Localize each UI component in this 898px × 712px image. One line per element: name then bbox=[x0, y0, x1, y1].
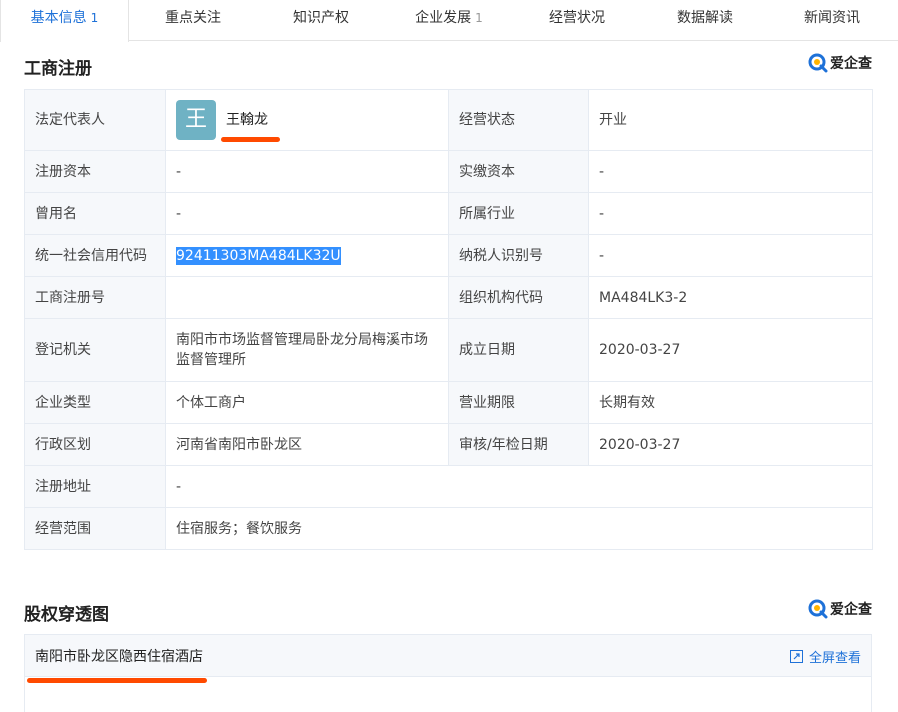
tab-development[interactable]: 企业发展 1 bbox=[385, 0, 513, 40]
former-name-value: - bbox=[165, 192, 449, 235]
table-row: 工商注册号 组织机构代码 MA484LK3-2 bbox=[24, 276, 873, 319]
table-row: 行政区划 河南省南阳市卧龙区 审核/年检日期 2020-03-27 bbox=[24, 423, 873, 466]
address-label: 注册地址 bbox=[24, 465, 166, 508]
table-row: 登记机关 南阳市市场监督管理局卧龙分局梅溪市场监督管理所 成立日期 2020-0… bbox=[24, 318, 873, 382]
tab-count: 1 bbox=[90, 11, 99, 25]
tab-label: 新闻资讯 bbox=[804, 10, 860, 26]
tab-bar: 基本信息 1 重点关注 知识产权 企业发展 1 经营状况 数据解读 新闻资讯 bbox=[0, 0, 898, 42]
annotation-underline bbox=[27, 678, 207, 683]
industry-label: 所属行业 bbox=[448, 192, 589, 235]
tab-data-analysis[interactable]: 数据解读 bbox=[641, 0, 769, 40]
authority-label: 登记机关 bbox=[24, 318, 166, 382]
type-value: 个体工商户 bbox=[165, 381, 449, 424]
credit-code-cell: 92411303MA484LK32U bbox=[165, 234, 449, 277]
legal-rep-label: 法定代表人 bbox=[24, 89, 166, 151]
scope-label: 经营范围 bbox=[24, 507, 166, 550]
equity-company-name[interactable]: 南阳市卧龙区隐西住宿酒店 bbox=[35, 646, 203, 666]
section-title-registration: 工商注册 bbox=[24, 59, 92, 79]
term-value: 长期有效 bbox=[588, 381, 873, 424]
legal-rep-avatar[interactable]: 王 bbox=[176, 100, 216, 140]
tab-operation[interactable]: 经营状况 bbox=[513, 0, 641, 40]
status-value: 开业 bbox=[588, 89, 873, 151]
legal-rep-name[interactable]: 王翰龙 bbox=[226, 110, 268, 130]
registration-table: 法定代表人 王 王翰龙 经营状态 开业 注册资本 - 实缴资本 - 曾用名 - … bbox=[24, 89, 873, 550]
brand-logo[interactable]: 爱企查 bbox=[808, 51, 872, 75]
brand-name: 爱企查 bbox=[830, 602, 872, 618]
equity-chart-panel: 南阳市卧龙区隐西住宿酒店 全屏查看 bbox=[24, 634, 872, 712]
reg-no-value bbox=[165, 276, 449, 319]
table-row: 经营范围 住宿服务；餐饮服务 bbox=[24, 507, 873, 550]
tab-news[interactable]: 新闻资讯 bbox=[769, 0, 895, 40]
fullscreen-label: 全屏查看 bbox=[808, 650, 861, 666]
paid-capital-value: - bbox=[588, 150, 873, 193]
found-date-value: 2020-03-27 bbox=[588, 318, 873, 382]
legal-rep-cell: 王 王翰龙 bbox=[165, 89, 449, 151]
section-title-equity: 股权穿透图 bbox=[24, 605, 109, 625]
scope-value: 住宿服务；餐饮服务 bbox=[165, 507, 873, 550]
credit-code-label: 统一社会信用代码 bbox=[24, 234, 166, 277]
tab-key-focus[interactable]: 重点关注 bbox=[129, 0, 257, 40]
org-code-label: 组织机构代码 bbox=[448, 276, 589, 319]
tab-label: 企业发展 bbox=[415, 10, 472, 26]
fullscreen-button[interactable]: 全屏查看 bbox=[789, 635, 861, 677]
org-code-value: MA484LK3-2 bbox=[588, 276, 873, 319]
aiqicha-logo-icon bbox=[808, 599, 828, 619]
table-row: 注册资本 - 实缴资本 - bbox=[24, 150, 873, 193]
table-row: 曾用名 - 所属行业 - bbox=[24, 192, 873, 235]
term-label: 营业期限 bbox=[448, 381, 589, 424]
brand-name: 爱企查 bbox=[830, 56, 872, 72]
paid-capital-label: 实缴资本 bbox=[448, 150, 589, 193]
table-row: 企业类型 个体工商户 营业期限 长期有效 bbox=[24, 381, 873, 424]
brand-logo[interactable]: 爱企查 bbox=[808, 597, 872, 621]
tab-ip[interactable]: 知识产权 bbox=[257, 0, 385, 40]
found-date-label: 成立日期 bbox=[448, 318, 589, 382]
industry-value: - bbox=[588, 192, 873, 235]
tab-count: 1 bbox=[475, 11, 483, 25]
tab-label: 基本信息 bbox=[30, 10, 87, 26]
type-label: 企业类型 bbox=[24, 381, 166, 424]
region-label: 行政区划 bbox=[24, 423, 166, 466]
tab-label: 重点关注 bbox=[165, 10, 221, 26]
annotation-underline bbox=[221, 137, 280, 142]
credit-code-value[interactable]: 92411303MA484LK32U bbox=[176, 246, 341, 265]
audit-date-label: 审核/年检日期 bbox=[448, 423, 589, 466]
tab-label: 数据解读 bbox=[677, 10, 733, 26]
table-row: 注册地址 - bbox=[24, 465, 873, 508]
address-value: - bbox=[165, 465, 873, 508]
region-value: 河南省南阳市卧龙区 bbox=[165, 423, 449, 466]
table-row: 统一社会信用代码 92411303MA484LK32U 纳税人识别号 - bbox=[24, 234, 873, 277]
taxpayer-label: 纳税人识别号 bbox=[448, 234, 589, 277]
tab-basic-info[interactable]: 基本信息 1 bbox=[0, 0, 129, 42]
authority-value: 南阳市市场监督管理局卧龙分局梅溪市场监督管理所 bbox=[165, 318, 449, 382]
fullscreen-icon bbox=[789, 649, 803, 663]
reg-no-label: 工商注册号 bbox=[24, 276, 166, 319]
reg-capital-value: - bbox=[165, 150, 449, 193]
tab-label: 经营状况 bbox=[549, 10, 605, 26]
table-row: 法定代表人 王 王翰龙 经营状态 开业 bbox=[24, 89, 873, 151]
status-label: 经营状态 bbox=[448, 89, 589, 151]
taxpayer-value: - bbox=[588, 234, 873, 277]
tab-label: 知识产权 bbox=[293, 10, 349, 26]
aiqicha-logo-icon bbox=[808, 53, 828, 73]
former-name-label: 曾用名 bbox=[24, 192, 166, 235]
reg-capital-label: 注册资本 bbox=[24, 150, 166, 193]
audit-date-value: 2020-03-27 bbox=[588, 423, 873, 466]
equity-header: 南阳市卧龙区隐西住宿酒店 全屏查看 bbox=[25, 635, 871, 677]
